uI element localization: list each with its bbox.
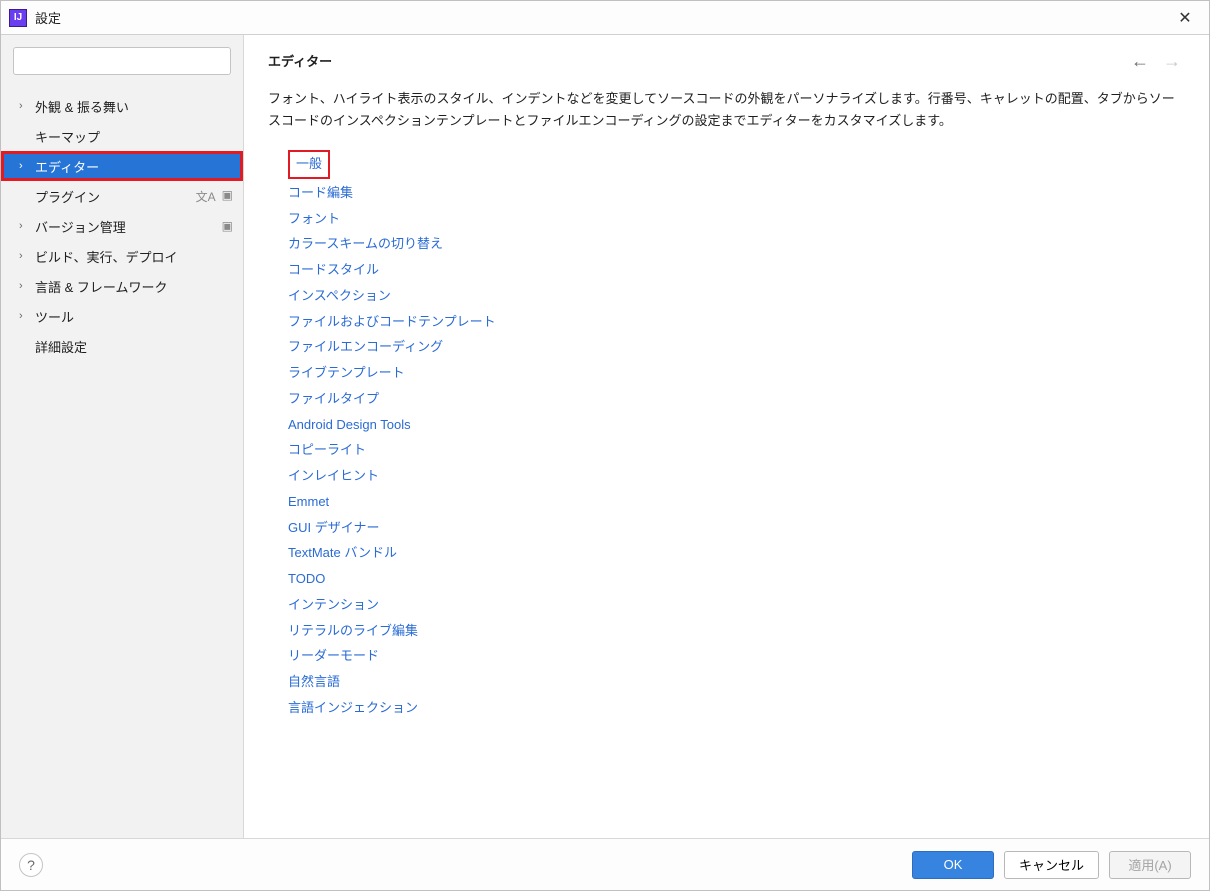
subpage-link[interactable]: コード編集 xyxy=(288,182,353,205)
sidebar-item-badges: 文A ▣ xyxy=(196,188,233,205)
sidebar-item-2[interactable]: ›エディター xyxy=(1,151,243,181)
content-panel: エディター ← → フォント、ハイライト表示のスタイル、インデントなどを変更して… xyxy=(244,35,1209,838)
sidebar: ▾ ›外観 & 振る舞い›キーマップ›エディター›プラグイン文A▣›バージョン管… xyxy=(1,35,244,838)
chevron-right-icon: › xyxy=(19,280,35,292)
page-description: フォント、ハイライト表示のスタイル、インデントなどを変更してソースコードの外観を… xyxy=(268,88,1181,132)
subpage-link-item: Emmet xyxy=(288,491,1181,514)
sidebar-item-3[interactable]: ›プラグイン文A▣ xyxy=(1,181,243,211)
subpage-link[interactable]: GUI デザイナー xyxy=(288,517,379,540)
subpage-link[interactable]: 一般 xyxy=(288,150,330,179)
dialog-footer: ? OK キャンセル 適用(A) xyxy=(1,838,1209,890)
sidebar-item-label: 詳細設定 xyxy=(35,337,233,356)
ok-button[interactable]: OK xyxy=(912,851,994,879)
subpage-link-item: インテンション xyxy=(288,594,1181,617)
subpage-link-item: リテラルのライブ編集 xyxy=(288,620,1181,643)
sidebar-item-6[interactable]: ›言語 & フレームワーク xyxy=(1,271,243,301)
subpage-link-item: 言語インジェクション xyxy=(288,697,1181,720)
subpage-link-item: 自然言語 xyxy=(288,671,1181,694)
subpage-link[interactable]: カラースキームの切り替え xyxy=(288,233,443,256)
sidebar-item-1[interactable]: ›キーマップ xyxy=(1,121,243,151)
back-icon[interactable]: ← xyxy=(1131,52,1149,70)
page-title: エディター xyxy=(268,51,332,70)
subpage-link[interactable]: リーダーモード xyxy=(288,645,379,668)
sidebar-item-5[interactable]: ›ビルド、実行、デプロイ xyxy=(1,241,243,271)
subpage-link-item: ファイルおよびコードテンプレート xyxy=(288,311,1181,334)
chevron-right-icon: › xyxy=(19,100,35,112)
sidebar-item-label: ツール xyxy=(35,307,233,326)
forward-icon[interactable]: → xyxy=(1163,52,1181,70)
chevron-right-icon: › xyxy=(19,250,35,262)
subpage-links: 一般コード編集フォントカラースキームの切り替えコードスタイルインスペクションファ… xyxy=(268,150,1181,720)
subpage-link-item: インレイヒント xyxy=(288,465,1181,488)
subpage-link[interactable]: インレイヒント xyxy=(288,465,379,488)
sidebar-item-7[interactable]: ›ツール xyxy=(1,301,243,331)
subpage-link-item: ファイルタイプ xyxy=(288,388,1181,411)
subpage-link[interactable]: Emmet xyxy=(288,491,329,514)
subpage-link[interactable]: ファイルおよびコードテンプレート xyxy=(288,311,496,334)
close-icon[interactable]: ✕ xyxy=(1169,2,1201,34)
sidebar-item-label: バージョン管理 xyxy=(35,217,222,236)
subpage-link[interactable]: フォント xyxy=(288,208,340,231)
subpage-link-item: Android Design Tools xyxy=(288,414,1181,437)
subpage-link-item: TODO xyxy=(288,568,1181,591)
sidebar-item-4[interactable]: ›バージョン管理▣ xyxy=(1,211,243,241)
chevron-right-icon: › xyxy=(19,160,35,172)
subpage-link[interactable]: インスペクション xyxy=(288,285,391,308)
app-icon: IJ xyxy=(9,9,27,27)
help-button[interactable]: ? xyxy=(19,853,43,877)
subpage-link[interactable]: 自然言語 xyxy=(288,671,340,694)
sidebar-item-label: 言語 & フレームワーク xyxy=(35,277,233,296)
subpage-link[interactable]: インテンション xyxy=(288,594,379,617)
titlebar: IJ 設定 ✕ xyxy=(1,1,1209,35)
box-icon: ▣ xyxy=(222,188,233,205)
sidebar-item-label: プラグイン xyxy=(35,187,196,206)
subpage-link-item: インスペクション xyxy=(288,285,1181,308)
lang-icon: 文A xyxy=(196,188,216,205)
subpage-link-item: ライブテンプレート xyxy=(288,362,1181,385)
box-icon: ▣ xyxy=(222,219,233,233)
subpage-link-item: リーダーモード xyxy=(288,645,1181,668)
sidebar-item-0[interactable]: ›外観 & 振る舞い xyxy=(1,91,243,121)
subpage-link[interactable]: コードスタイル xyxy=(288,259,379,282)
subpage-link[interactable]: 言語インジェクション xyxy=(288,697,418,720)
subpage-link-item: カラースキームの切り替え xyxy=(288,233,1181,256)
chevron-right-icon: › xyxy=(19,220,35,232)
sidebar-item-badges: ▣ xyxy=(222,219,233,233)
subpage-link[interactable]: リテラルのライブ編集 xyxy=(288,620,418,643)
subpage-link[interactable]: ファイルタイプ xyxy=(288,388,379,411)
subpage-link[interactable]: コピーライト xyxy=(288,439,366,462)
subpage-link[interactable]: TODO xyxy=(288,568,325,591)
history-nav: ← → xyxy=(1131,52,1181,70)
subpage-link-item: フォント xyxy=(288,208,1181,231)
apply-button[interactable]: 適用(A) xyxy=(1109,851,1191,879)
subpage-link-item: ファイルエンコーディング xyxy=(288,336,1181,359)
subpage-link[interactable]: ライブテンプレート xyxy=(288,362,405,385)
window-title: 設定 xyxy=(35,8,61,27)
cancel-button[interactable]: キャンセル xyxy=(1004,851,1099,879)
subpage-link-item: コードスタイル xyxy=(288,259,1181,282)
sidebar-item-label: キーマップ xyxy=(35,127,233,146)
subpage-link-item: TextMate バンドル xyxy=(288,542,1181,565)
main-area: ▾ ›外観 & 振る舞い›キーマップ›エディター›プラグイン文A▣›バージョン管… xyxy=(1,35,1209,838)
subpage-link-item: 一般 xyxy=(288,150,1181,179)
subpage-link[interactable]: ファイルエンコーディング xyxy=(288,336,443,359)
subpage-link-item: GUI デザイナー xyxy=(288,517,1181,540)
subpage-link-item: コード編集 xyxy=(288,182,1181,205)
search-input[interactable] xyxy=(13,47,231,75)
sidebar-item-label: 外観 & 振る舞い xyxy=(35,97,233,116)
settings-tree: ›外観 & 振る舞い›キーマップ›エディター›プラグイン文A▣›バージョン管理▣… xyxy=(1,87,243,365)
subpage-link[interactable]: TextMate バンドル xyxy=(288,542,397,565)
chevron-right-icon: › xyxy=(19,310,35,322)
sidebar-item-label: ビルド、実行、デプロイ xyxy=(35,247,233,266)
sidebar-item-label: エディター xyxy=(35,157,233,176)
subpage-link-item: コピーライト xyxy=(288,439,1181,462)
subpage-link[interactable]: Android Design Tools xyxy=(288,414,411,437)
sidebar-item-8[interactable]: ›詳細設定 xyxy=(1,331,243,361)
